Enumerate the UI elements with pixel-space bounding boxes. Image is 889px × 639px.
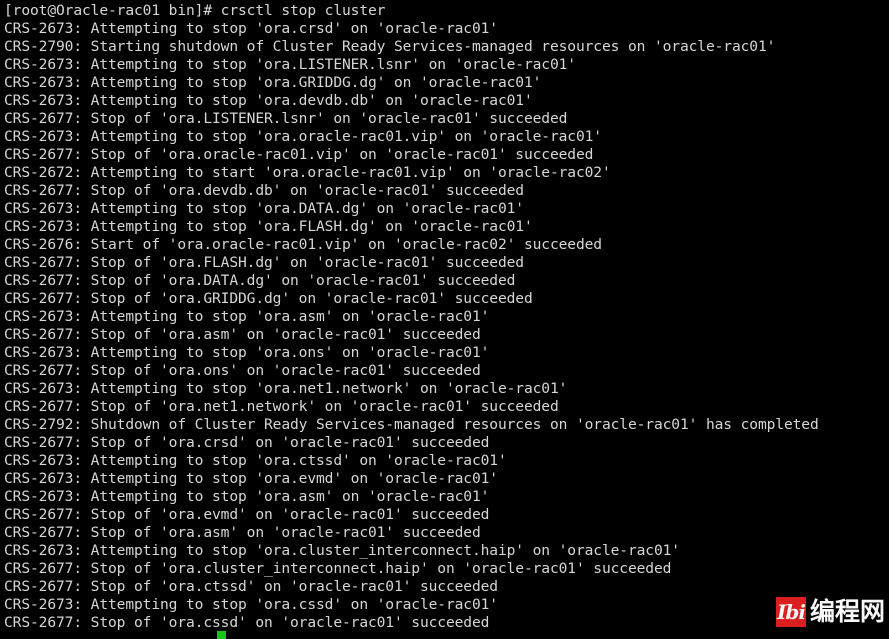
terminal-line: CRS-2677: Stop of 'ora.GRIDDG.dg' on 'or… xyxy=(4,290,533,307)
terminal-line: CRS-2673: Attempting to stop 'ora.ons' o… xyxy=(4,344,490,361)
terminal-cursor xyxy=(217,631,226,639)
terminal-line: CRS-2677: Stop of 'ora.DATA.dg' on 'orac… xyxy=(4,272,516,289)
terminal-line: CRS-2677: Stop of 'ora.cluster_interconn… xyxy=(4,560,672,577)
terminal-line: CRS-2677: Stop of 'ora.ons' on 'oracle-r… xyxy=(4,362,481,379)
terminal-line: CRS-2673: Attempting to stop 'ora.LISTEN… xyxy=(4,56,576,73)
terminal-line: CRS-2790: Starting shutdown of Cluster R… xyxy=(4,38,776,55)
terminal-line: CRS-2677: Stop of 'ora.devdb.db' on 'ora… xyxy=(4,182,524,199)
terminal-line: CRS-2673: Attempting to stop 'ora.devdb.… xyxy=(4,92,533,109)
terminal-line: CRS-2676: Start of 'ora.oracle-rac01.vip… xyxy=(4,236,602,253)
terminal-line: CRS-2673: Attempting to stop 'ora.DATA.d… xyxy=(4,200,524,217)
watermark: Ibi 编程网 xyxy=(775,597,885,627)
terminal-line: CRS-2677: Stop of 'ora.FLASH.dg' on 'ora… xyxy=(4,254,524,271)
terminal-line: CRS-2673: Attempting to stop 'ora.crsd' … xyxy=(4,20,498,37)
terminal-line: CRS-2673: Attempting to stop 'ora.cssd' … xyxy=(4,596,498,613)
terminal-line: CRS-2677: Stop of 'ora.crsd' on 'oracle-… xyxy=(4,434,490,451)
terminal-line: CRS-2673: Attempting to stop 'ora.oracle… xyxy=(4,128,602,145)
terminal-screen: [root@Oracle-rac01 bin]# crsctl stop clu… xyxy=(0,0,889,639)
watermark-text: 编程网 xyxy=(809,597,885,626)
terminal-line: CRS-2673: Attempting to stop 'ora.cluste… xyxy=(4,542,680,559)
terminal-line: CRS-2677: Stop of 'ora.net1.network' on … xyxy=(4,398,559,415)
terminal-line: CRS-2677: Stop of 'ora.asm' on 'oracle-r… xyxy=(4,524,481,541)
terminal-line: CRS-2673: Attempting to stop 'ora.asm' o… xyxy=(4,308,490,325)
terminal-line: CRS-2673: Attempting to stop 'ora.evmd' … xyxy=(4,470,498,487)
terminal-line: CRS-2677: Stop of 'ora.oracle-rac01.vip'… xyxy=(4,146,594,163)
terminal-line: CRS-2677: Stop of 'ora.ctssd' on 'oracle… xyxy=(4,578,498,595)
terminal-line: CRS-2673: Attempting to stop 'ora.net1.n… xyxy=(4,380,568,397)
terminal-line: CRS-2673: Attempting to stop 'ora.FLASH.… xyxy=(4,218,533,235)
terminal-line: CRS-2677: Stop of 'ora.asm' on 'oracle-r… xyxy=(4,326,481,343)
terminal-line: CRS-2673: Attempting to stop 'ora.GRIDDG… xyxy=(4,74,542,91)
terminal-line: [root@Oracle-rac01 bin]# crsctl stop clu… xyxy=(4,2,386,19)
terminal-line: CRS-2677: Stop of 'ora.cssd' on 'oracle-… xyxy=(4,614,490,631)
terminal-line: CRS-2673: Attempting to stop 'ora.ctssd'… xyxy=(4,452,507,469)
watermark-logo-icon: Ibi xyxy=(775,597,806,627)
terminal-line: CRS-2673: Attempting to stop 'ora.asm' o… xyxy=(4,488,490,505)
terminal-output[interactable]: [root@Oracle-rac01 bin]# crsctl stop clu… xyxy=(0,0,889,639)
terminal-line: CRS-2677: Stop of 'ora.LISTENER.lsnr' on… xyxy=(4,110,568,127)
terminal-line: CRS-2677: Stop of 'ora.evmd' on 'oracle-… xyxy=(4,506,490,523)
terminal-line: CRS-2792: Shutdown of Cluster Ready Serv… xyxy=(4,416,819,433)
terminal-line: CRS-2672: Attempting to start 'ora.oracl… xyxy=(4,164,611,181)
